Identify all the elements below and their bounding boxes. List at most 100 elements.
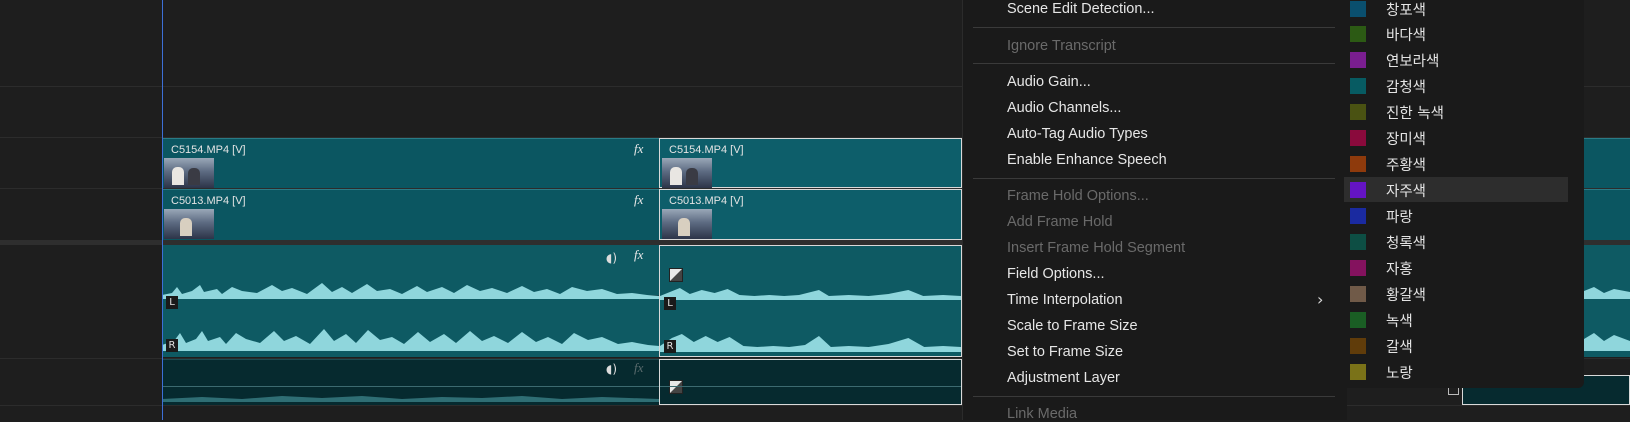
color-label: 녹색 xyxy=(1386,314,1413,330)
audio-clip[interactable]: ◖) fx xyxy=(162,359,659,405)
color-label: 파랑 xyxy=(1386,210,1413,226)
color-item-tan[interactable]: 황갈색 xyxy=(1344,281,1568,306)
clip-name: C5013.MP4 [V] xyxy=(171,195,246,207)
color-swatch xyxy=(1350,130,1366,146)
menu-item-field-options[interactable]: Field Options... xyxy=(1007,266,1105,282)
color-swatch xyxy=(1350,156,1366,172)
fx-badge-icon[interactable]: fx xyxy=(634,360,643,376)
menu-separator xyxy=(973,27,1335,28)
menu-separator xyxy=(973,178,1335,179)
menu-item-scene-edit-detection[interactable]: Scene Edit Detection... xyxy=(1007,1,1155,17)
menu-item-add-frame-hold: Add Frame Hold xyxy=(1007,214,1113,230)
waveform-right xyxy=(162,329,659,351)
audio-clip[interactable]: ◖) fx L R xyxy=(162,245,659,357)
menu-item-ignore-transcript: Ignore Transcript xyxy=(1007,38,1116,54)
track-divider xyxy=(0,405,1630,406)
color-item-yellow[interactable]: 노랑 xyxy=(1344,359,1568,384)
video-clip[interactable]: C5013.MP4 [V] fx xyxy=(162,189,659,240)
menu-item-audio-channels[interactable]: Audio Channels... xyxy=(1007,100,1121,116)
volume-line xyxy=(162,386,659,387)
color-item-blue[interactable]: 파랑 xyxy=(1344,203,1568,228)
fx-badge-icon[interactable]: fx xyxy=(634,141,643,157)
color-item-violet[interactable]: 자주색 xyxy=(1344,177,1568,202)
color-label: 장미색 xyxy=(1386,132,1427,148)
waveform-left xyxy=(1584,287,1630,299)
color-label: 노랑 xyxy=(1386,366,1413,382)
speech-icon: ◖) xyxy=(606,362,618,376)
color-swatch xyxy=(1350,52,1366,68)
video-clip-selected[interactable]: C5013.MP4 [V] xyxy=(659,189,962,240)
color-item-lavender[interactable]: 연보라색 xyxy=(1344,47,1568,72)
volume-line xyxy=(660,386,961,387)
color-item-mango[interactable]: 주황색 xyxy=(1344,151,1568,176)
color-item-forest[interactable]: 바다색 xyxy=(1344,21,1568,46)
menu-item-insert-frame-hold-segment: Insert Frame Hold Segment xyxy=(1007,240,1186,256)
waveform-left xyxy=(660,288,961,300)
color-label: 자홍 xyxy=(1386,262,1413,278)
video-clip-selected[interactable]: C5154.MP4 [V] xyxy=(659,138,962,188)
clip-thumbnail xyxy=(662,209,712,239)
color-item-brown[interactable]: 갈색 xyxy=(1344,333,1568,358)
color-item-iris[interactable]: 창포색 xyxy=(1344,0,1568,21)
menu-item-set-to-frame-size[interactable]: Set to Frame Size xyxy=(1007,344,1123,360)
menu-item-frame-hold-options: Frame Hold Options... xyxy=(1007,188,1149,204)
menu-item-time-interpolation[interactable]: Time Interpolation xyxy=(1007,292,1123,308)
color-swatch xyxy=(1350,312,1366,328)
menu-item-enable-enhance-speech[interactable]: Enable Enhance Speech xyxy=(1007,152,1167,168)
color-swatch xyxy=(1350,78,1366,94)
color-swatch xyxy=(1350,1,1366,17)
color-label: 주황색 xyxy=(1386,158,1427,174)
waveform-left xyxy=(162,283,659,299)
color-label: 황갈색 xyxy=(1386,288,1427,304)
color-item-teal[interactable]: 청록색 xyxy=(1344,229,1568,254)
video-clip[interactable] xyxy=(1584,189,1630,240)
clip-name: C5154.MP4 [V] xyxy=(669,144,744,156)
color-label: 감청색 xyxy=(1386,80,1427,96)
audio-clip-selected[interactable] xyxy=(659,359,962,405)
clip-thumbnail xyxy=(662,158,712,188)
color-item-green[interactable]: 녹색 xyxy=(1344,307,1568,332)
color-swatch xyxy=(1350,338,1366,354)
speech-icon: ◖) xyxy=(606,251,618,265)
color-swatch xyxy=(1350,260,1366,276)
fx-badge-icon[interactable]: fx xyxy=(634,192,643,208)
color-item-rose[interactable]: 장미색 xyxy=(1344,125,1568,150)
clip-name: C5013.MP4 [V] xyxy=(669,195,744,207)
waveform-right xyxy=(1584,333,1630,351)
channel-label-right: R xyxy=(166,339,178,352)
menu-item-auto-tag-audio-types[interactable]: Auto-Tag Audio Types xyxy=(1007,126,1148,142)
color-swatch xyxy=(1350,234,1366,250)
menu-item-audio-gain[interactable]: Audio Gain... xyxy=(1007,74,1091,90)
audio-clip-selected[interactable]: L R xyxy=(659,245,962,357)
color-swatch xyxy=(1350,364,1366,380)
keyframe-icon xyxy=(669,380,683,394)
color-swatch xyxy=(1350,182,1366,198)
color-label: 창포색 xyxy=(1386,3,1427,19)
channel-label-right: R xyxy=(664,340,676,353)
color-label: 청록색 xyxy=(1386,236,1427,252)
clip-name: C5154.MP4 [V] xyxy=(171,144,246,156)
color-label: 갈색 xyxy=(1386,340,1413,356)
video-clip[interactable] xyxy=(1584,138,1630,188)
color-label: 자주색 xyxy=(1386,184,1427,200)
menu-separator xyxy=(973,63,1335,64)
fx-badge-icon[interactable]: fx xyxy=(634,247,643,263)
color-swatch xyxy=(1350,286,1366,302)
clip-thumbnail xyxy=(164,209,214,239)
menu-item-adjustment-layer[interactable]: Adjustment Layer xyxy=(1007,370,1120,386)
color-item-dark-green[interactable]: 진한 녹색 xyxy=(1344,99,1568,124)
menu-separator xyxy=(973,396,1335,397)
chevron-right-icon: › xyxy=(1317,290,1324,309)
context-menu: Scene Edit Detection... Ignore Transcrip… xyxy=(962,0,1347,422)
color-label: 연보라색 xyxy=(1386,54,1440,70)
video-clip[interactable]: C5154.MP4 [V] fx xyxy=(162,138,659,188)
color-label: 바다색 xyxy=(1386,28,1427,44)
color-item-magenta[interactable]: 자홍 xyxy=(1344,255,1568,280)
clip-thumbnail xyxy=(164,158,214,188)
color-swatch xyxy=(1350,208,1366,224)
playhead[interactable] xyxy=(162,0,163,420)
audio-clip[interactable] xyxy=(1584,245,1630,357)
color-item-cerulean[interactable]: 감청색 xyxy=(1344,73,1568,98)
color-swatch xyxy=(1350,104,1366,120)
menu-item-scale-to-frame-size[interactable]: Scale to Frame Size xyxy=(1007,318,1138,334)
